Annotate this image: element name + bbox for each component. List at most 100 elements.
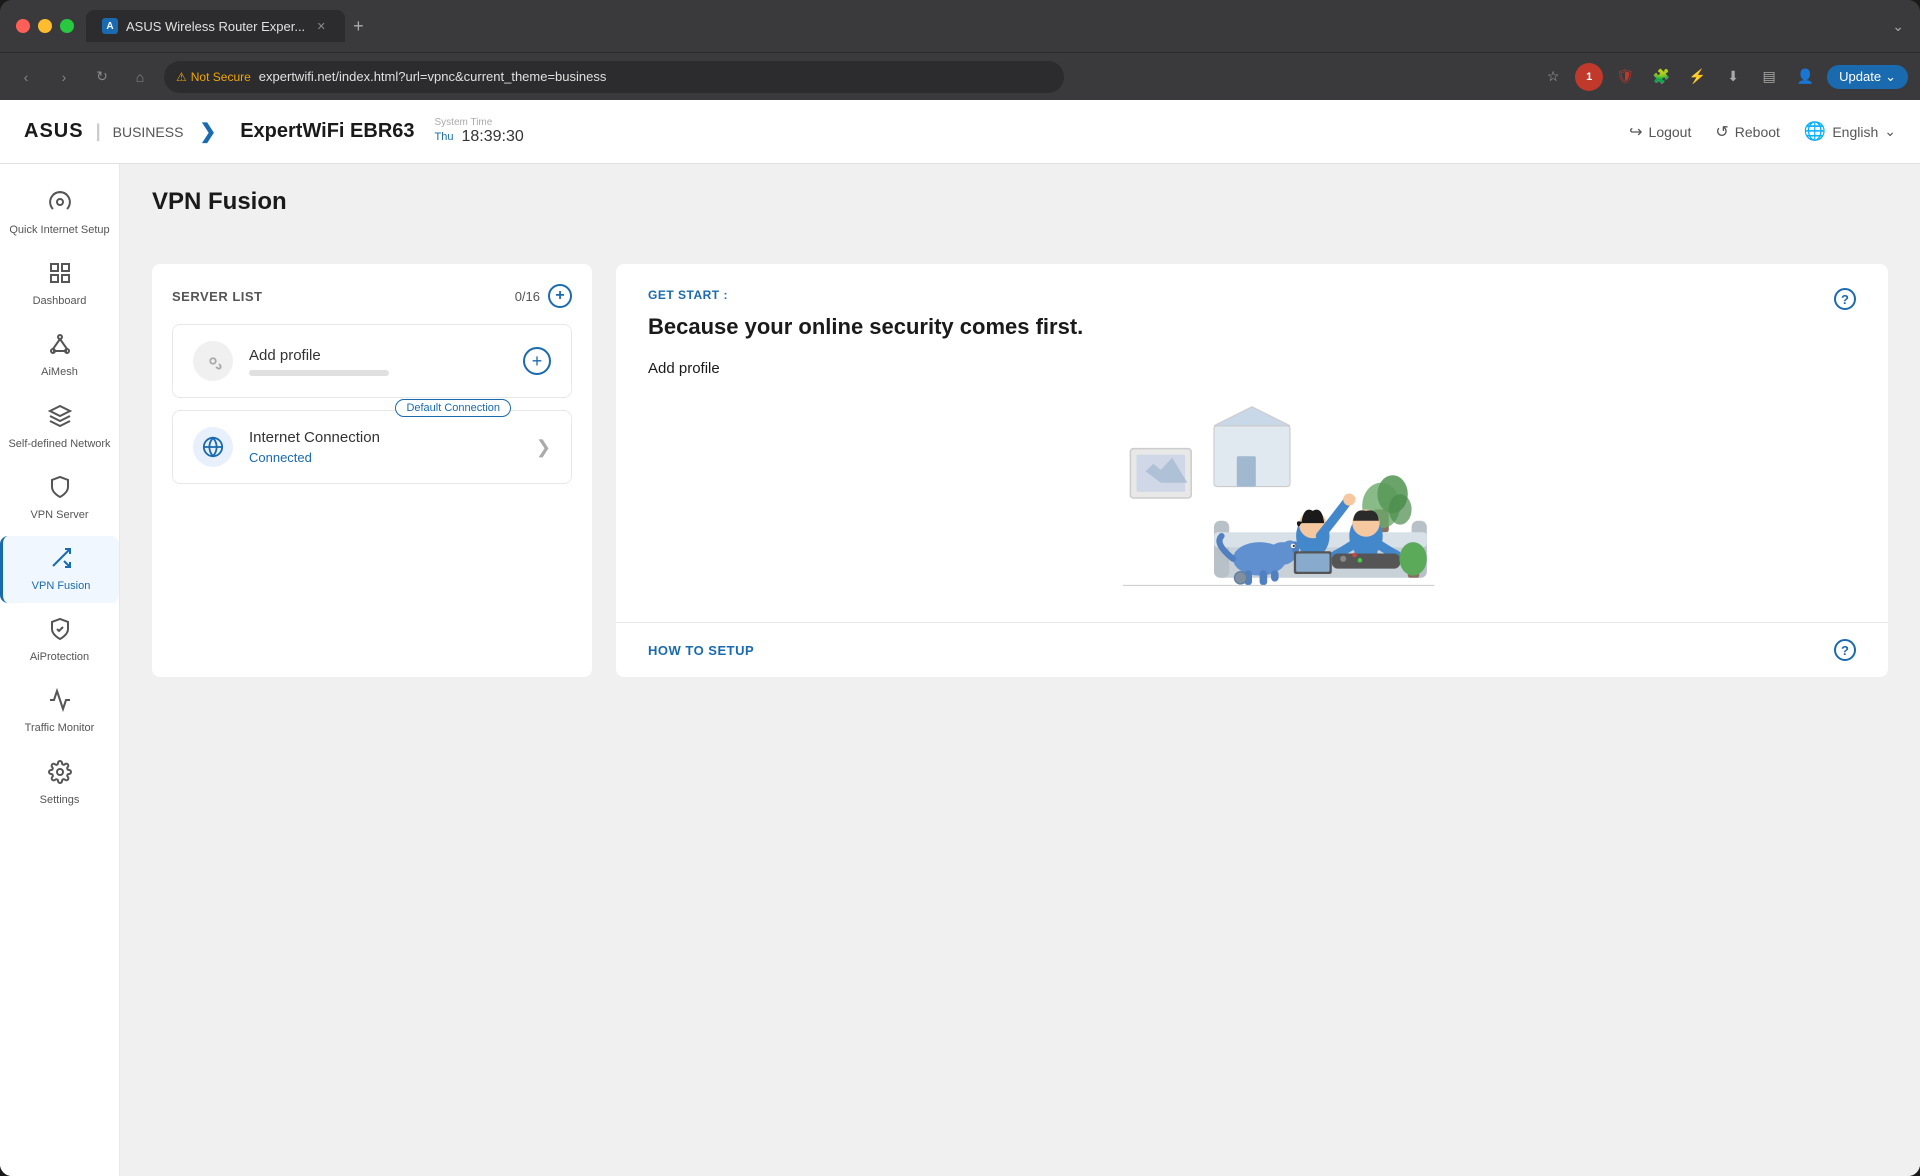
server-list-header: SERVER LIST 0/16 +: [172, 284, 572, 308]
home-button[interactable]: ⌂: [126, 63, 154, 91]
sidebar-item-label-quick-internet-setup: Quick Internet Setup: [9, 224, 109, 237]
sidebar-item-settings[interactable]: Settings: [0, 750, 119, 817]
update-chevron: ⌄: [1885, 69, 1896, 85]
how-to-setup-help-icon[interactable]: ?: [1834, 639, 1856, 661]
extension-icon-1[interactable]: 1: [1575, 63, 1603, 91]
downloads-icon[interactable]: ⬇: [1719, 63, 1747, 91]
right-panel: GET START : Because your online security…: [616, 264, 1888, 677]
sidebar-item-dashboard[interactable]: Dashboard: [0, 251, 119, 318]
sidebar-item-label-aimesh: AiMesh: [41, 366, 78, 379]
get-start-title: Because your online security comes first…: [648, 314, 1083, 340]
sidebar-item-aiprotection[interactable]: AiProtection: [0, 607, 119, 674]
new-tab-button[interactable]: +: [353, 16, 364, 37]
profile-progress-bar: [249, 370, 389, 376]
system-time: System Time Thu 18:39:30: [435, 117, 524, 146]
aiprotection-icon: [48, 617, 72, 647]
language-selector[interactable]: 🌐 English ⌄: [1804, 121, 1896, 142]
sidebar-item-vpn-server[interactable]: VPN Server: [0, 465, 119, 532]
browser-toolbar: ‹ › ↻ ⌂ ⚠ Not Secure expertwifi.net/inde…: [0, 52, 1920, 100]
language-label: English: [1832, 124, 1878, 140]
not-secure-indicator: ⚠ Not Secure: [176, 70, 251, 84]
logo-chevron-icon: ❯: [199, 119, 216, 144]
warning-icon: ⚠: [176, 70, 187, 84]
header-actions: ↪ Logout ↺ Reboot 🌐 English ⌄: [1629, 121, 1896, 142]
tab-title: ASUS Wireless Router Exper...: [126, 19, 305, 34]
lang-chevron-icon: ⌄: [1884, 123, 1896, 140]
extension-icon-2[interactable]: ⚡: [1683, 63, 1711, 91]
sidebar-item-self-defined-network[interactable]: Self-defined Network: [0, 394, 119, 461]
close-button[interactable]: [16, 19, 30, 33]
get-start-label: GET START :: [648, 288, 1083, 302]
logout-label: Logout: [1649, 124, 1692, 140]
puzzle-icon[interactable]: 🧩: [1647, 63, 1675, 91]
sidebar-item-label-vpn-fusion: VPN Fusion: [32, 580, 91, 593]
tab-close-button[interactable]: ✕: [313, 18, 329, 34]
connection-status: Connected: [249, 450, 520, 465]
add-server-button[interactable]: +: [548, 284, 572, 308]
profile-add-button[interactable]: +: [523, 347, 551, 375]
sidebar-item-label-traffic-monitor: Traffic Monitor: [25, 722, 95, 735]
connection-info: Internet Connection Connected: [249, 429, 520, 465]
self-defined-network-icon: [48, 404, 72, 434]
connection-name: Internet Connection: [249, 429, 520, 446]
reload-button[interactable]: ↻: [88, 63, 116, 91]
reboot-action[interactable]: ↺ Reboot: [1715, 122, 1780, 142]
sidebar-item-quick-internet-setup[interactable]: Quick Internet Setup: [0, 180, 119, 247]
minimize-button[interactable]: [38, 19, 52, 33]
sidebar-item-vpn-fusion[interactable]: VPN Fusion: [0, 536, 119, 603]
system-time-label: System Time: [435, 117, 524, 128]
globe-icon: 🌐: [1804, 121, 1826, 142]
sidebar-icon[interactable]: ▤: [1755, 63, 1783, 91]
reboot-icon: ↺: [1715, 122, 1728, 142]
tab-expand-button[interactable]: ⌄: [1892, 18, 1904, 35]
server-count-value: 0/16: [515, 289, 540, 304]
content-area: VPN Fusion SERVER LIST 0/16 +: [120, 164, 1920, 1176]
address-bar[interactable]: ⚠ Not Secure expertwifi.net/index.html?u…: [164, 61, 1064, 93]
shield-icon[interactable]: 🛡: [1611, 63, 1639, 91]
sidebar-item-label-vpn-server: VPN Server: [30, 509, 88, 522]
how-to-setup-label[interactable]: HOW TO SETUP: [648, 643, 754, 658]
add-profile-card: Add profile +: [172, 324, 572, 398]
browser-titlebar: A ASUS Wireless Router Exper... ✕ + ⌄: [0, 0, 1920, 52]
sidebar-item-label-self-defined-network: Self-defined Network: [8, 438, 110, 451]
asus-logo-text: ASUS: [24, 120, 84, 143]
maximize-button[interactable]: [60, 19, 74, 33]
sidebar-item-label-aiprotection: AiProtection: [30, 651, 89, 664]
get-start-help-icon[interactable]: ?: [1834, 288, 1856, 310]
illustration: [648, 398, 1856, 598]
bookmark-icon[interactable]: ☆: [1539, 63, 1567, 91]
sidebar-item-traffic-monitor[interactable]: Traffic Monitor: [0, 678, 119, 745]
server-list-title: SERVER LIST: [172, 289, 263, 304]
active-tab[interactable]: A ASUS Wireless Router Exper... ✕: [86, 10, 345, 42]
forward-button[interactable]: ›: [50, 63, 78, 91]
profile-name: Add profile: [249, 347, 507, 364]
dashboard-icon: [48, 261, 72, 291]
toolbar-actions: ☆ 1 🛡 🧩 ⚡ ⬇ ▤ 👤 Update ⌄: [1539, 63, 1908, 91]
main-layout: Quick Internet Setup Dashboard AiMesh: [0, 164, 1920, 1176]
logout-action[interactable]: ↪ Logout: [1629, 122, 1691, 142]
logout-icon: ↪: [1629, 122, 1642, 142]
back-button[interactable]: ‹: [12, 63, 40, 91]
profile-icon[interactable]: 👤: [1791, 63, 1819, 91]
app-logo: ASUS | BUSINESS ❯ ExpertWiFi EBR63: [24, 119, 415, 144]
update-button[interactable]: Update ⌄: [1827, 65, 1908, 89]
vpn-server-icon: [48, 475, 72, 505]
page-title-row: VPN Fusion: [152, 188, 1888, 240]
get-start-section: GET START : Because your online security…: [616, 264, 1888, 622]
system-time-row: Thu 18:39:30: [435, 128, 524, 146]
default-connection-badge: Default Connection: [395, 399, 511, 417]
system-time-value: 18:39:30: [461, 128, 523, 146]
internet-connection-card[interactable]: Default Connection Internet Connection C…: [172, 410, 572, 484]
vpn-fusion-icon: [49, 546, 73, 576]
profile-icon: [193, 341, 233, 381]
get-start-content: GET START : Because your online security…: [648, 288, 1083, 378]
how-to-setup-section: HOW TO SETUP ?: [616, 622, 1888, 677]
get-start-add-profile-button[interactable]: Add profile: [648, 360, 720, 377]
router-name: ExpertWiFi EBR63: [240, 120, 414, 143]
reboot-label: Reboot: [1735, 124, 1780, 140]
system-time-day: Thu: [435, 131, 454, 143]
connection-arrow-icon: ❯: [536, 437, 551, 458]
sidebar-item-aimesh[interactable]: AiMesh: [0, 322, 119, 389]
page-title: VPN Fusion: [152, 188, 287, 216]
profile-info: Add profile: [249, 347, 507, 376]
